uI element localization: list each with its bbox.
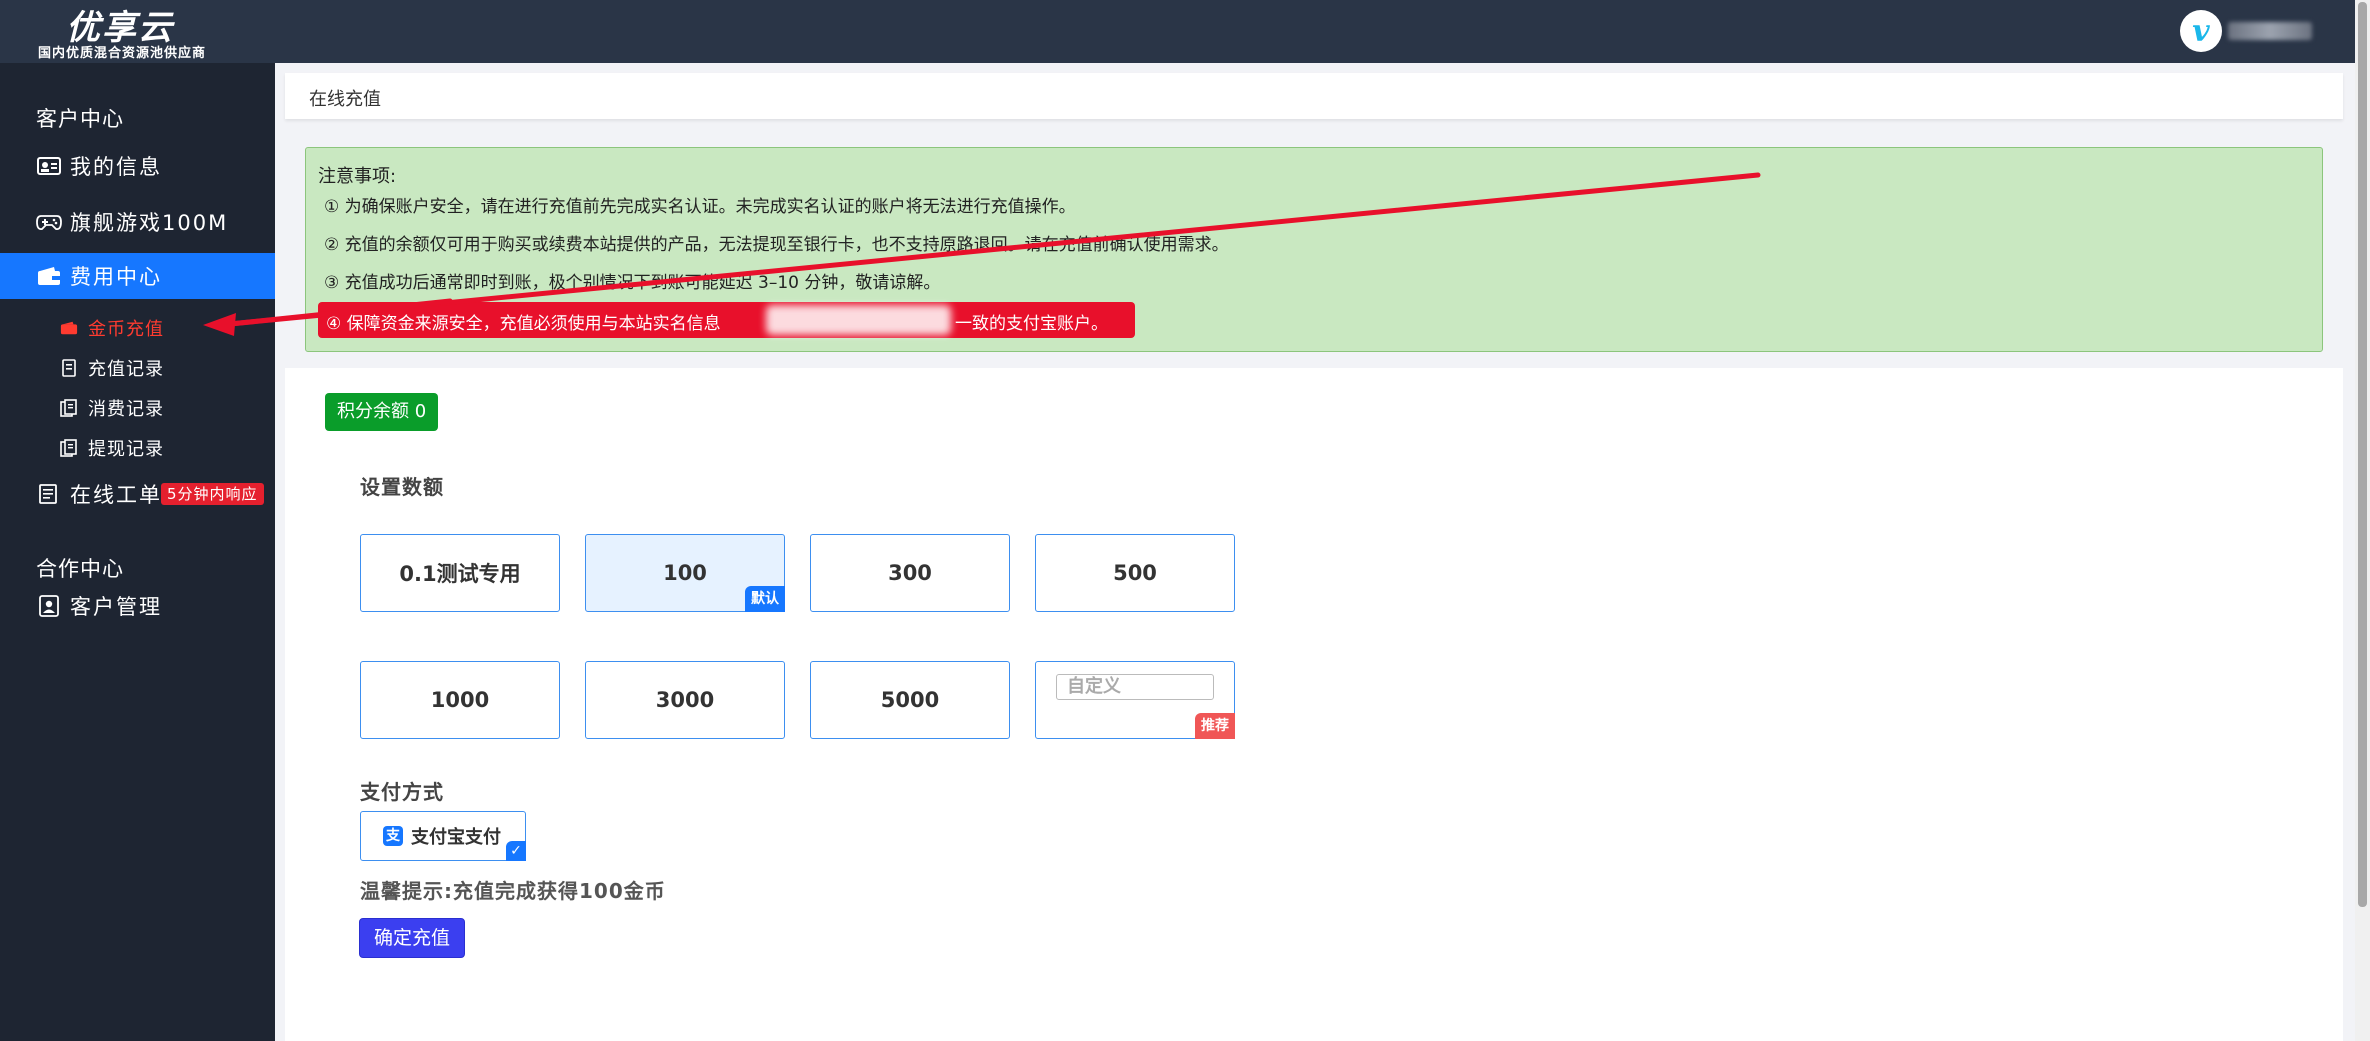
response-time-badge: 5分钟内响应	[161, 483, 264, 505]
notice-line-1: ① 为确保账户安全，请在进行充值前先完成实名认证。未完成实名认证的账户将无法进行…	[324, 197, 1076, 217]
custom-amount-input[interactable]: 自定义	[1056, 674, 1214, 700]
notice-line-2: ② 充值的余额仅可用于购买或续费本站提供的产品，无法提现至银行卡，也不支持原路退…	[324, 235, 1229, 255]
recommend-tag: 推荐	[1195, 713, 1235, 739]
notice-line-4-prefix: ④ 保障资金来源安全，充值必须使用与本站实名信息	[326, 314, 721, 334]
amount-label: 300	[888, 561, 932, 585]
sidebar-item-label: 我的信息	[70, 155, 162, 179]
sidebar-item-billing-center[interactable]: 费用中心	[0, 253, 275, 299]
sidebar-subitem-consumption-records[interactable]: 消费记录	[60, 393, 164, 423]
confirm-recharge-button[interactable]: 确定充值	[359, 918, 466, 958]
sidebar-section-partner: 合作中心	[36, 557, 124, 581]
notice-title: 注意事项:	[318, 166, 397, 187]
amount-option-5000[interactable]: 5000	[810, 661, 1010, 739]
sidebar-item-label: 旗舰游戏100M	[70, 211, 229, 235]
wallet-icon	[36, 265, 62, 287]
receipt-icon	[60, 359, 78, 377]
amount-option-3000[interactable]: 3000	[585, 661, 785, 739]
amount-option-100[interactable]: 100 默认	[585, 534, 785, 612]
points-balance-badge: 积分余额 0	[325, 393, 439, 431]
avatar-letter: v	[2192, 13, 2210, 49]
documents-icon	[60, 399, 78, 417]
reward-tip: 温馨提示:充值完成获得100金币	[360, 879, 666, 903]
amount-label: 5000	[880, 688, 940, 712]
amount-option-0-1[interactable]: 0.1测试专用	[360, 534, 560, 612]
alipay-icon: 支	[383, 826, 403, 846]
top-header: 优享云 国内优质混合资源池供应商 v	[0, 0, 2370, 63]
sidebar-item-label: 费用中心	[70, 265, 162, 289]
sidebar-section-customer: 客户中心	[36, 107, 124, 131]
sidebar-item-label: 客户管理	[70, 595, 162, 619]
sidebar-subitem-label: 充值记录	[88, 359, 164, 380]
amount-label: 0.1测试专用	[399, 562, 521, 586]
sidebar-item-flagship-game[interactable]: 旗舰游戏100M	[0, 199, 275, 245]
sidebar-subitem-label: 消费记录	[88, 399, 164, 420]
amount-option-500[interactable]: 500	[1035, 534, 1235, 612]
redaction-blur	[766, 305, 951, 335]
amount-label: 100	[663, 561, 707, 585]
documents-icon	[60, 439, 78, 457]
avatar[interactable]: v	[2180, 10, 2222, 52]
scrollbar[interactable]	[2355, 0, 2370, 1041]
sidebar-subitem-withdraw-records[interactable]: 提现记录	[60, 433, 164, 463]
notice-line-4-highlight: ④ 保障资金来源安全，充值必须使用与本站实名信息 一致的支付宝账户。	[318, 302, 1135, 338]
user-menu[interactable]: v	[2180, 10, 2320, 54]
payment-option-alipay[interactable]: 支 支付宝支付 ✓	[360, 811, 526, 861]
amount-label: 1000	[430, 688, 490, 712]
amount-label: 500	[1113, 561, 1157, 585]
checkmark-icon: ✓	[506, 841, 526, 861]
sidebar-subitem-label: 提现记录	[88, 439, 164, 460]
sidebar-item-label: 在线工单	[70, 483, 162, 507]
main-content: 在线充值 注意事项: ① 为确保账户安全，请在进行充值前先完成实名认证。未完成实…	[275, 63, 2355, 1041]
sidebar-item-my-info[interactable]: 我的信息	[0, 143, 275, 189]
sidebar-subitem-label: 金币充值	[88, 319, 164, 340]
sidebar-subitem-coin-recharge[interactable]: 金币充值	[60, 313, 164, 343]
amount-option-1000[interactable]: 1000	[360, 661, 560, 739]
amount-option-300[interactable]: 300	[810, 534, 1010, 612]
wallet-icon	[60, 319, 78, 337]
scrollbar-thumb[interactable]	[2358, 2, 2367, 907]
amount-label: 3000	[655, 688, 715, 712]
amount-option-custom[interactable]: 自定义 推荐	[1035, 661, 1235, 739]
amount-section-label: 设置数额	[360, 475, 444, 499]
ticket-icon	[36, 483, 62, 505]
notice-line-3: ③ 充值成功后通常即时到账，极个别情况下到账可能延迟 3–10 分钟，敬请谅解。	[324, 273, 941, 293]
sidebar-item-client-management[interactable]: 客户管理	[0, 583, 275, 629]
sidebar: 客户中心 我的信息 旗舰游戏100M 费用中心 金币充值 充值记录 消费记录 提…	[0, 63, 275, 1041]
redacted-username	[2228, 22, 2312, 40]
payment-section-label: 支付方式	[360, 780, 444, 804]
breadcrumb: 在线充值	[285, 73, 2343, 119]
gamepad-icon	[36, 211, 62, 233]
sidebar-subitem-recharge-records[interactable]: 充值记录	[60, 353, 164, 383]
notice-box: 注意事项: ① 为确保账户安全，请在进行充值前先完成实名认证。未完成实名认证的账…	[305, 147, 2323, 352]
notice-line-4-suffix: 一致的支付宝账户。	[955, 314, 1108, 334]
payment-option-label: 支付宝支付	[411, 827, 501, 848]
id-card-icon	[36, 155, 62, 177]
brand-subtitle: 国内优质混合资源池供应商	[38, 46, 207, 61]
brand-logo[interactable]: 优享云 国内优质混合资源池供应商	[36, 2, 266, 61]
contact-book-icon	[36, 595, 62, 617]
default-tag: 默认	[745, 586, 785, 612]
page-title: 在线充值	[309, 89, 381, 110]
